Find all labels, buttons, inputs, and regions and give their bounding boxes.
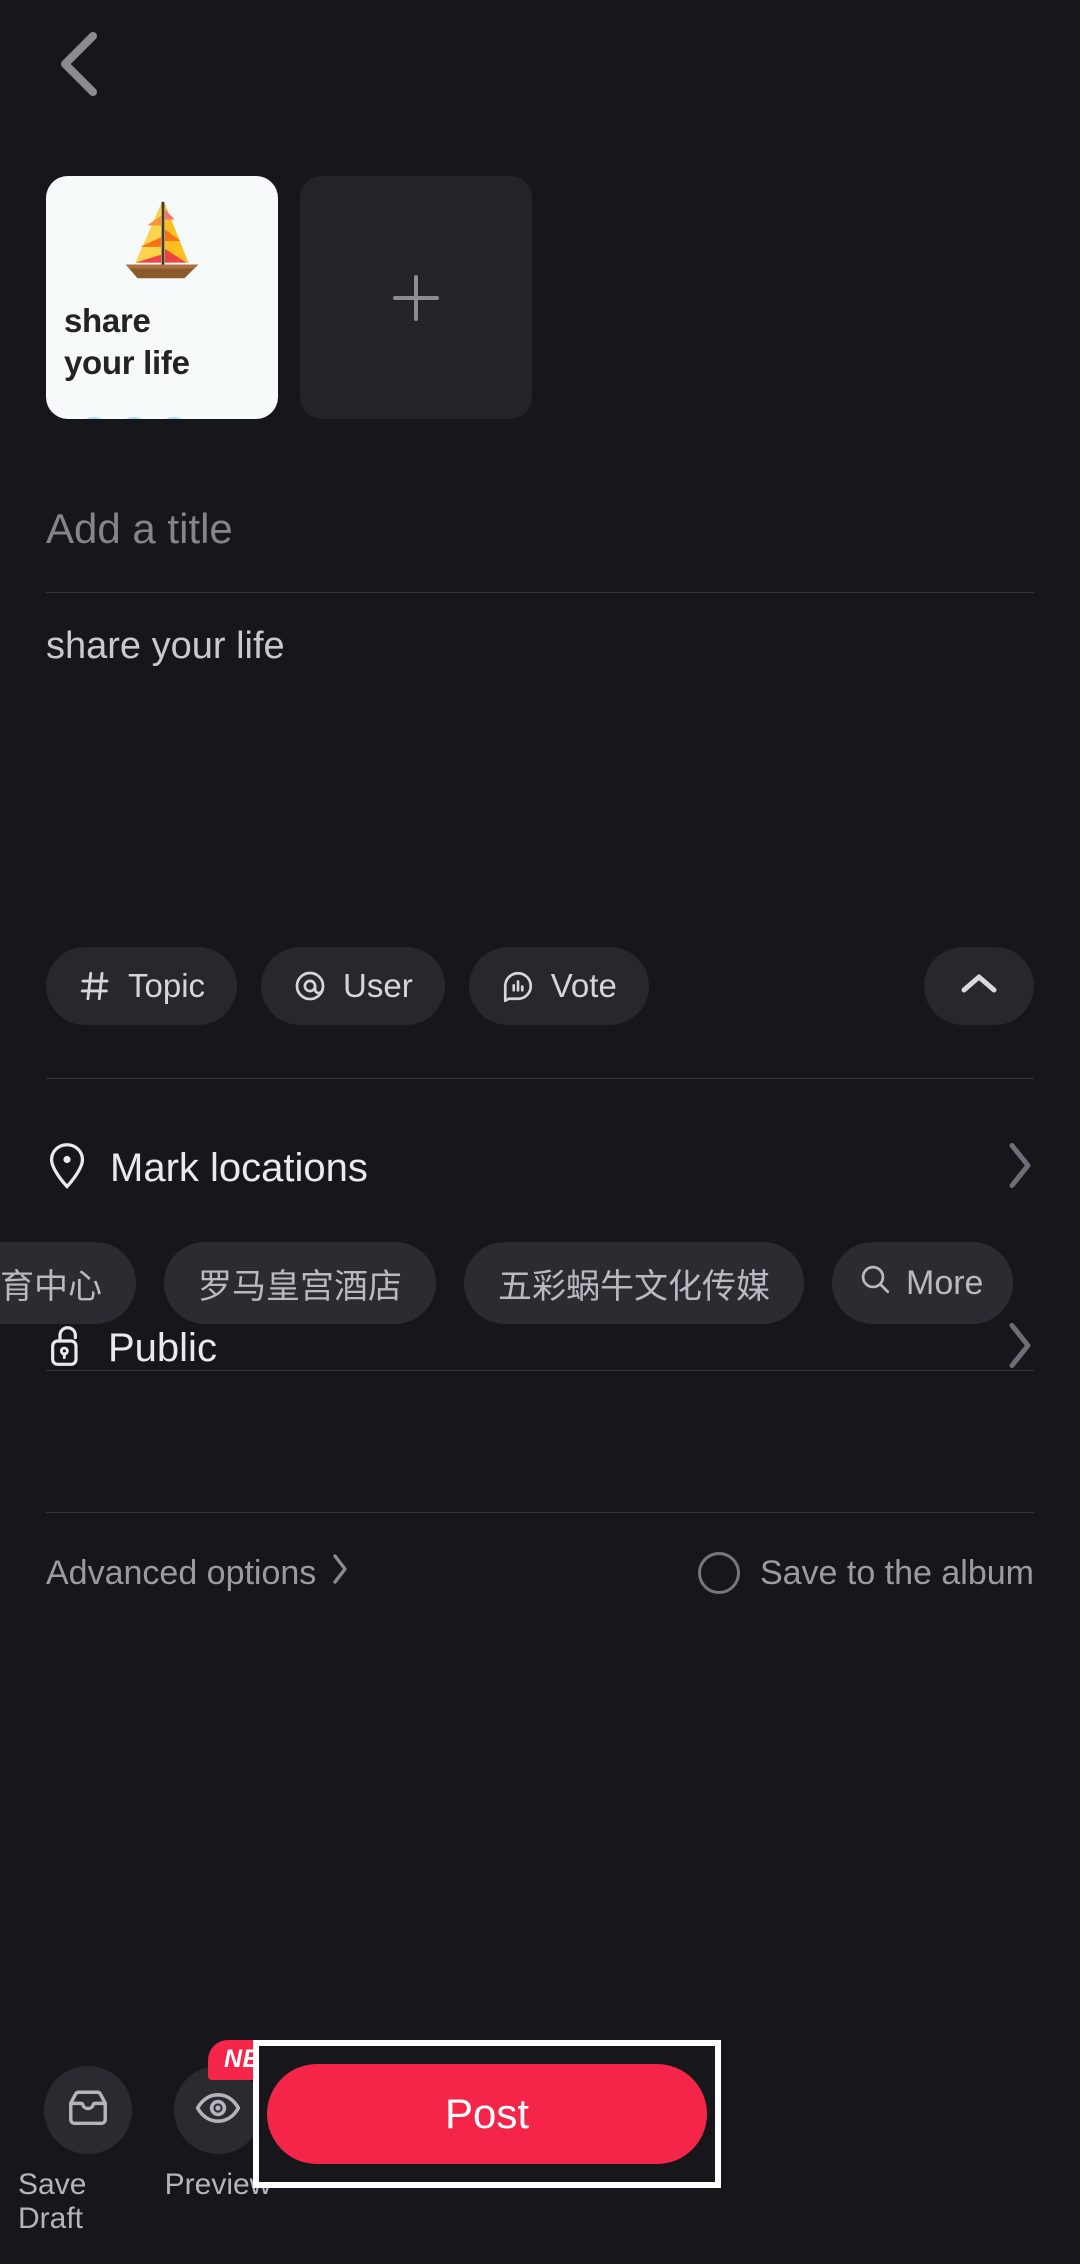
bottom-bar: Save Draft NEW Preview Post	[0, 2018, 1080, 2264]
caption-text: share your life	[46, 625, 285, 667]
search-icon	[858, 1262, 892, 1305]
add-media-button[interactable]	[300, 176, 532, 419]
cover-text-line2: your life	[64, 344, 190, 382]
plus-icon	[393, 274, 439, 321]
chevron-right-icon	[1006, 1141, 1034, 1196]
chevron-left-icon	[55, 30, 101, 98]
vote-chip-label: Vote	[550, 967, 617, 1004]
title-divider	[46, 592, 1034, 593]
mark-locations-label: Mark locations	[110, 1145, 368, 1190]
preview-icon-circle: NEW	[174, 2040, 300, 2154]
user-chip[interactable]: User	[261, 947, 445, 1025]
advanced-options-row: Advanced options Save to the album	[46, 1530, 1034, 1616]
post-button-container: Post	[253, 2040, 721, 2188]
location-more-label: More	[906, 1263, 984, 1302]
media-tiles: share your life	[46, 176, 532, 419]
privacy-divider	[46, 1512, 1034, 1513]
user-chip-label: User	[343, 967, 413, 1004]
collapse-panel-button[interactable]	[924, 947, 1034, 1025]
privacy-row[interactable]: Public	[46, 1300, 1034, 1396]
action-chip-row: Topic User Vote	[46, 947, 649, 1025]
poll-bubble-icon	[501, 969, 535, 1003]
inbox-tray-icon	[65, 2085, 111, 2136]
at-icon	[293, 969, 327, 1003]
chevron-up-icon	[959, 971, 999, 1002]
squiggle-underline-icon	[46, 417, 183, 419]
cover-text: share your life	[46, 300, 278, 419]
title-placeholder: Add a title	[46, 505, 233, 552]
panel-divider	[46, 1078, 1034, 1079]
topic-chip[interactable]: Topic	[46, 947, 238, 1025]
advanced-options-button[interactable]: Advanced options	[46, 1552, 350, 1595]
chevron-right-icon	[1006, 1321, 1034, 1376]
cover-text-line1: share	[64, 302, 151, 339]
cover-thumbnail[interactable]: share your life	[46, 176, 278, 419]
vote-chip[interactable]: Vote	[468, 947, 649, 1025]
post-composer-screen: share your life Add a title share your l…	[0, 0, 1080, 2264]
save-to-album-label: Save to the album	[759, 1553, 1034, 1592]
back-button[interactable]	[40, 26, 116, 102]
advanced-options-label: Advanced options	[46, 1553, 317, 1592]
topic-chip-label: Topic	[128, 967, 206, 1004]
save-draft-label: Save Draft	[18, 2168, 87, 2235]
caption-input[interactable]: share your life	[46, 620, 1034, 673]
post-button-label: Post	[444, 2090, 530, 2137]
save-draft-button[interactable]: Save Draft	[18, 2066, 158, 2236]
mark-locations-row[interactable]: Mark locations	[46, 1120, 1034, 1216]
sailboat-icon	[125, 201, 199, 279]
save-draft-icon-circle	[44, 2066, 132, 2154]
title-input[interactable]: Add a title	[46, 485, 1034, 573]
save-to-album-radio[interactable]	[697, 1552, 740, 1594]
save-to-album-toggle[interactable]: Save to the album	[697, 1552, 1034, 1594]
privacy-label: Public	[108, 1325, 217, 1370]
header	[0, 0, 1080, 118]
chevron-right-icon	[330, 1552, 350, 1595]
location-pin-icon	[46, 1142, 88, 1195]
post-button[interactable]: Post	[267, 2064, 707, 2164]
eye-icon	[194, 2084, 242, 2137]
hash-icon	[78, 969, 112, 1003]
unlock-icon	[46, 1322, 86, 1375]
